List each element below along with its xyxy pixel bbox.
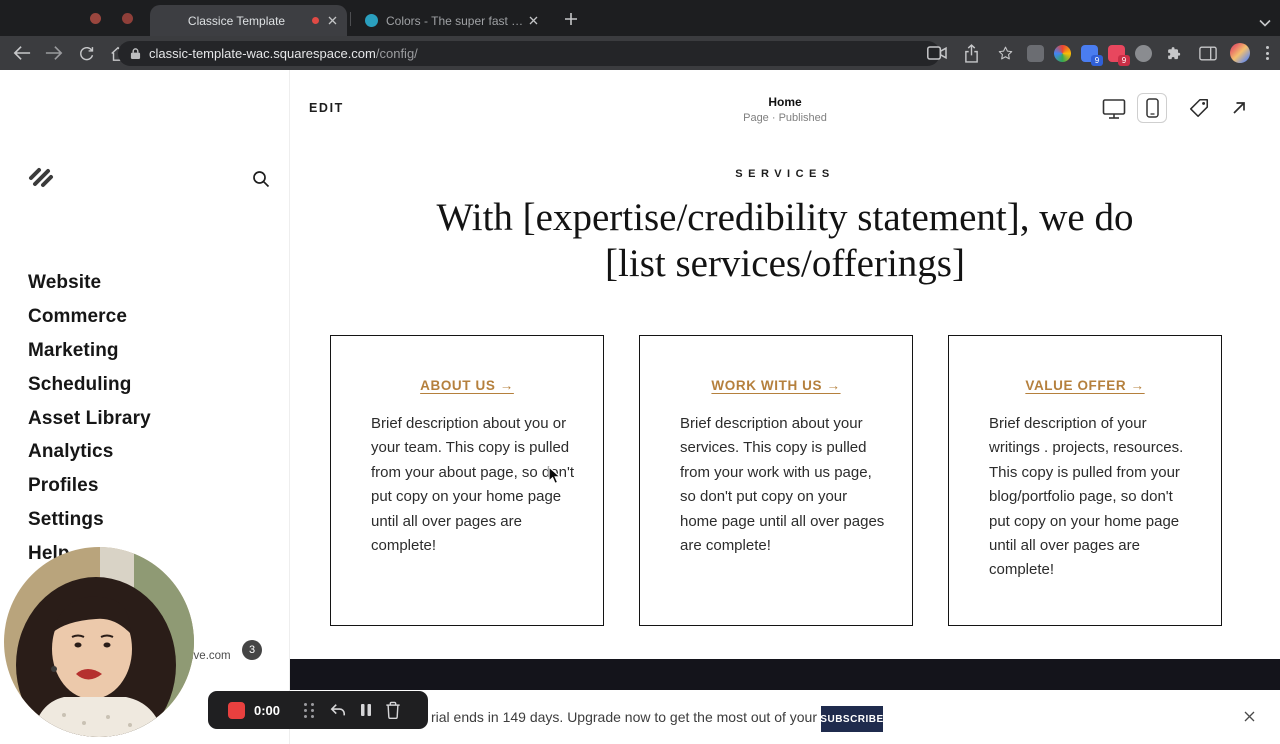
webcam-portrait — [4, 547, 194, 737]
browser-tab-strip: Classice Template Colors - The super fas… — [0, 0, 1280, 36]
webcam-video-bubble[interactable] — [4, 547, 194, 737]
extension-icon[interactable] — [1027, 44, 1044, 62]
recording-control-bar: 0:00 — [208, 691, 428, 729]
browser-toolbar: classic-template-wac.squarespace.com/con… — [0, 36, 1280, 70]
value-offer-link[interactable]: VALUE OFFER → — [949, 378, 1221, 393]
trial-banner: rial ends in 149 days. Upgrade now to ge… — [290, 690, 1280, 744]
url-text: classic-template-wac.squarespace.com/con… — [149, 46, 418, 61]
work-with-us-link[interactable]: WORK WITH US → — [640, 378, 912, 393]
pinned-tab-icon[interactable] — [90, 13, 101, 24]
screen: Classice Template Colors - The super fas… — [0, 0, 1280, 744]
tab-recording-dot-icon — [312, 17, 319, 24]
hero-heading-line1: With [expertise/credibility statement], … — [436, 196, 1134, 239]
drag-handle-icon[interactable] — [304, 702, 316, 718]
desktop-preview-icon[interactable] — [1102, 98, 1126, 125]
new-tab-button[interactable] — [560, 8, 581, 29]
about-card-body: Brief description about you or your team… — [371, 415, 574, 555]
value-card-body: Brief description of your writings . pro… — [989, 415, 1184, 579]
section-eyebrow: SERVICES — [735, 168, 835, 180]
tab-title: Classice Template — [187, 13, 286, 28]
mobile-preview-icon[interactable] — [1137, 93, 1167, 123]
notification-text-fragment: ive.com — [191, 650, 231, 662]
tab-divider — [350, 12, 351, 26]
site-footer-strip — [290, 659, 1280, 690]
extension-icon[interactable] — [1135, 44, 1152, 62]
mouse-cursor — [548, 465, 566, 491]
undo-icon[interactable] — [329, 702, 347, 718]
tab-close-icon[interactable] — [525, 13, 541, 29]
tab-search-chevron-icon[interactable] — [1259, 14, 1271, 32]
pinned-tab-icon[interactable] — [122, 13, 133, 24]
sidebar-item-settings[interactable]: Settings — [28, 503, 151, 537]
squarespace-logo[interactable] — [26, 164, 56, 196]
value-offer-card: VALUE OFFER → Brief description of your … — [948, 335, 1222, 626]
hero-heading-line2: [list services/offerings] — [605, 242, 965, 285]
plus-icon — [564, 12, 577, 25]
open-preview-arrow-icon[interactable] — [1230, 99, 1248, 122]
url-bar[interactable]: classic-template-wac.squarespace.com/con… — [118, 41, 940, 66]
back-icon[interactable] — [10, 41, 34, 65]
profile-avatar[interactable] — [1230, 43, 1250, 63]
notification-count-badge[interactable]: 3 — [242, 640, 262, 660]
tab-close-icon[interactable] — [324, 13, 340, 29]
page-status: Page · Published — [743, 112, 827, 124]
tab-colors[interactable]: Colors - The super fast color — [353, 5, 548, 36]
hero-heading: With [expertise/credibility statement], … — [290, 195, 1280, 287]
camera-icon[interactable] — [925, 41, 949, 65]
work-card-body: Brief description about your services. T… — [680, 415, 885, 555]
trash-icon[interactable] — [385, 701, 401, 719]
share-icon[interactable] — [959, 41, 983, 65]
extensions-puzzle-icon[interactable] — [1162, 41, 1186, 65]
tab-title: Colors - The super fast color — [386, 13, 525, 28]
about-us-link[interactable]: ABOUT US → — [331, 378, 603, 393]
lock-icon — [130, 48, 141, 59]
sidebar-menu: Website Commerce Marketing Scheduling As… — [28, 266, 151, 571]
search-icon[interactable] — [251, 169, 271, 189]
page-title-block[interactable]: Home Page · Published — [290, 95, 1280, 124]
sidebar-item-asset-library[interactable]: Asset Library — [28, 402, 151, 436]
sidebar-item-website[interactable]: Website — [28, 266, 151, 300]
stop-recording-button[interactable] — [228, 701, 245, 719]
trial-banner-text: rial ends in 149 days. Upgrade now to ge… — [431, 709, 847, 725]
bookmark-star-icon[interactable] — [993, 41, 1017, 65]
extension-icon[interactable] — [1054, 44, 1071, 62]
sidebar-item-scheduling[interactable]: Scheduling — [28, 368, 151, 402]
banner-close-icon[interactable] — [1238, 705, 1260, 727]
url-path: /config/ — [375, 46, 418, 61]
extension-badge: 9 — [1118, 54, 1130, 66]
sidebar-item-analytics[interactable]: Analytics — [28, 435, 151, 469]
sidebar-item-marketing[interactable]: Marketing — [28, 334, 151, 368]
forward-icon[interactable] — [42, 41, 66, 65]
reload-icon[interactable] — [74, 41, 98, 65]
site-styles-tag-icon[interactable] — [1188, 97, 1210, 124]
pause-icon[interactable] — [360, 703, 372, 717]
tab-favicon-icon — [365, 14, 378, 27]
side-panel-icon[interactable] — [1196, 41, 1220, 65]
tab-classice-template[interactable]: Classice Template — [150, 5, 347, 36]
browser-menu-icon[interactable] — [1260, 46, 1274, 60]
subscribe-button[interactable]: SUBSCRIBE — [820, 706, 883, 732]
extension-badge: 9 — [1091, 54, 1103, 66]
url-host: classic-template-wac.squarespace.com — [149, 46, 376, 61]
page-title: Home — [768, 95, 802, 109]
work-with-us-card: WORK WITH US → Brief description about y… — [639, 335, 913, 626]
sidebar-item-commerce[interactable]: Commerce — [28, 300, 151, 334]
extension-icon[interactable]: 9 — [1081, 44, 1103, 66]
extension-icon[interactable]: 9 — [1108, 44, 1130, 66]
editor-panel: EDIT Home Page · Published SERVICES With… — [289, 70, 1280, 744]
sidebar-item-profiles[interactable]: Profiles — [28, 469, 151, 503]
recording-timer: 0:00 — [254, 702, 281, 718]
